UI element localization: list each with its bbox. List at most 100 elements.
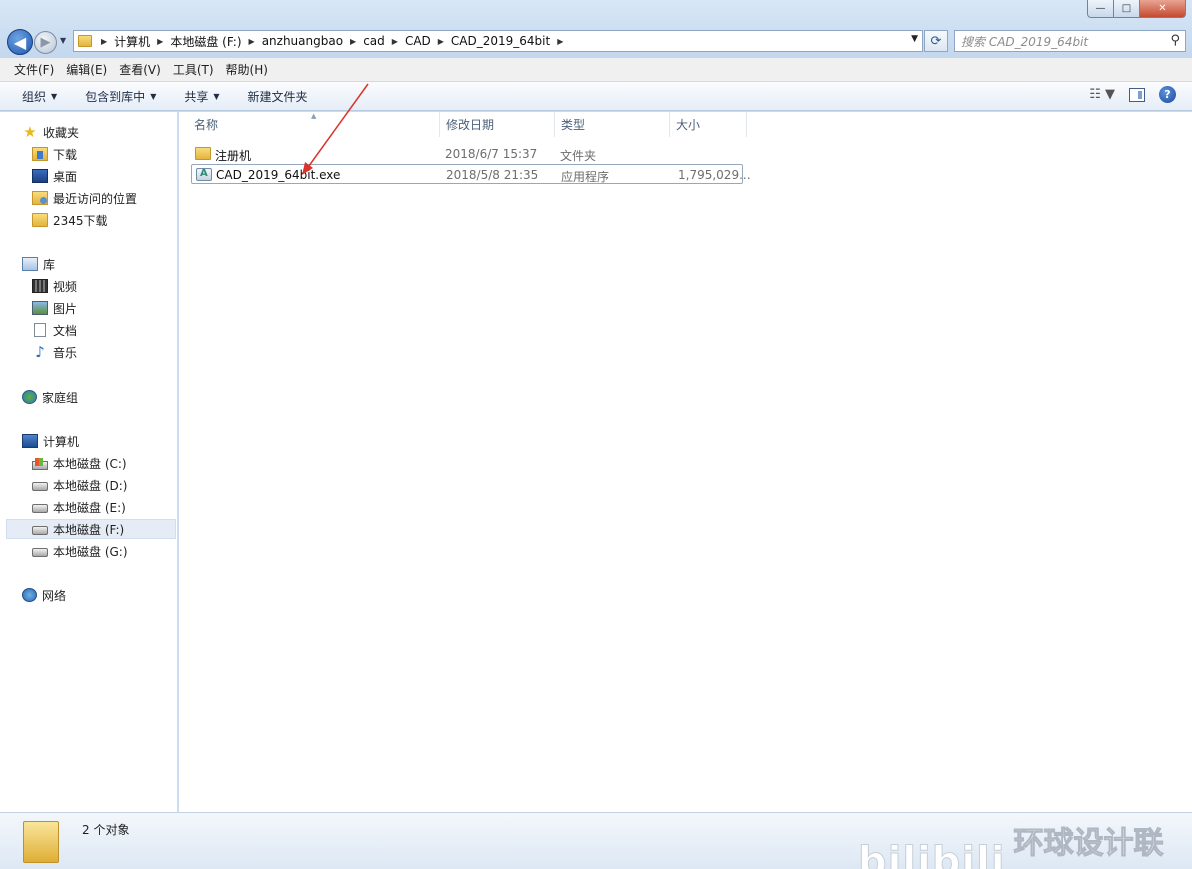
nav-libraries-label: 库 [43,257,56,272]
share-label: 共享 [184,89,209,104]
nav-item-downloads[interactable]: 下载 [32,144,77,164]
nav-item-videos[interactable]: 视频 [32,276,77,296]
hard-drive-icon [32,548,48,557]
menu-tools[interactable]: 工具(T) [167,61,220,78]
menu-file[interactable]: 文件(F) [8,61,60,78]
minimize-button[interactable]: — [1087,0,1114,18]
sort-ascending-icon: ▲ [311,112,317,120]
nav-item-2345-downloads[interactable]: 2345下载 [32,210,108,230]
nav-item-label: 本地磁盘 (E:) [53,500,126,515]
breadcrumb-cad-2019-64bit[interactable]: CAD_2019_64bit [451,34,550,48]
star-icon: ★ [23,123,37,141]
chevron-right-icon[interactable]: ▶ [350,37,356,46]
nav-item-label: 2345下载 [53,213,108,228]
breadcrumb-cad-upper[interactable]: CAD [405,34,431,48]
nav-computer-label: 计算机 [43,434,80,449]
recent-pages-dropdown-icon[interactable]: ▼ [60,36,70,46]
nav-favorites-label: 收藏夹 [43,125,80,140]
menu-view[interactable]: 查看(V) [113,61,167,78]
hard-drive-icon [32,482,48,491]
address-dropdown-icon[interactable]: ▼ [911,34,918,44]
nav-drive-f[interactable]: 本地磁盘 (F:) [6,519,176,539]
chevron-right-icon[interactable]: ▶ [157,37,163,46]
breadcrumb-cad[interactable]: cad [363,34,385,48]
chevron-down-icon: ▼ [213,91,220,101]
nav-item-label: 本地磁盘 (G:) [53,544,128,559]
new-folder-button[interactable]: 新建文件夹 [238,88,318,105]
close-button[interactable]: ✕ [1140,0,1186,18]
forward-arrow-icon[interactable]: ▶ [34,31,57,54]
chevron-down-icon: ▼ [51,91,58,101]
bilibili-logo: bilibili [858,839,1006,869]
breadcrumb-drive-f[interactable]: 本地磁盘 (F:) [170,33,241,50]
organize-button[interactable]: 组织 ▼ [12,88,67,105]
hard-drive-icon [32,526,48,535]
address-bar[interactable]: ▶ 计算机 ▶ 本地磁盘 (F:) ▶ anzhuangbao ▶ cad ▶ … [73,30,923,52]
column-date-label: 修改日期 [446,118,495,132]
file-type: 应用程序 [561,170,610,184]
search-input[interactable]: 搜索 CAD_2019_64bit ⚲ [954,30,1186,52]
nav-libraries[interactable]: 库 [22,254,55,274]
menu-bar: 文件(F) 编辑(E) 查看(V) 工具(T) 帮助(H) [0,58,1192,82]
share-button[interactable]: 共享 ▼ [174,88,229,105]
file-type: 文件夹 [560,149,597,163]
nav-drive-g[interactable]: 本地磁盘 (G:) [32,541,128,561]
downloads-folder-icon [32,147,48,161]
nav-homegroup[interactable]: 家庭组 [22,387,78,407]
column-header-type[interactable]: 类型 [555,112,670,137]
file-row-keygen-folder[interactable]: 注册机 2018/6/7 15:37 文件夹 [191,144,743,164]
column-type-label: 类型 [561,118,586,132]
chevron-right-icon[interactable]: ▶ [101,37,107,46]
nav-favorites[interactable]: ★ 收藏夹 [22,122,79,142]
desktop-icon [32,169,48,183]
nav-item-recent-places[interactable]: 最近访问的位置 [32,188,137,208]
nav-item-desktop[interactable]: 桌面 [32,166,77,186]
nav-drive-e[interactable]: 本地磁盘 (E:) [32,497,126,517]
pictures-icon [32,301,48,315]
computer-icon [22,434,38,448]
file-size: 1,795,029... [678,168,751,182]
nav-item-pictures[interactable]: 图片 [32,298,77,318]
include-library-label: 包含到库中 [85,89,146,104]
file-name: CAD_2019_64bit.exe [216,168,341,182]
nav-computer[interactable]: 计算机 [22,431,79,451]
window-controls: — □ ✕ [1087,0,1186,18]
nav-item-label: 本地磁盘 (D:) [53,478,128,493]
document-icon [34,323,46,337]
nav-homegroup-label: 家庭组 [42,390,79,405]
chevron-right-icon[interactable]: ▶ [249,37,255,46]
chevron-right-icon[interactable]: ▶ [392,37,398,46]
video-icon [32,279,48,293]
nav-item-documents[interactable]: 文档 [32,320,77,340]
title-bar: — □ ✕ ◀ ▶ ▼ ▶ 计算机 ▶ 本地磁盘 (F:) ▶ anzhuang… [0,0,1192,58]
help-icon[interactable]: ? [1159,86,1176,103]
include-in-library-button[interactable]: 包含到库中 ▼ [75,88,166,105]
refresh-icon[interactable]: ⟳ [924,30,948,52]
breadcrumb-anzhuangbao[interactable]: anzhuangbao [262,34,343,48]
search-icon[interactable]: ⚲ [1170,33,1180,48]
nav-item-label: 文档 [53,323,78,338]
menu-help[interactable]: 帮助(H) [220,61,274,78]
hard-drive-icon [32,504,48,513]
menu-edit[interactable]: 编辑(E) [60,61,113,78]
nav-item-label: 图片 [53,301,78,316]
file-row-cad-installer[interactable]: CAD_2019_64bit.exe 2018/5/8 21:35 应用程序 1… [191,164,751,184]
chevron-right-icon[interactable]: ▶ [438,37,444,46]
nav-item-label: 视频 [53,279,78,294]
music-note-icon: ♪ [35,343,45,361]
nav-drive-d[interactable]: 本地磁盘 (D:) [32,475,127,495]
nav-network[interactable]: 网络 [22,585,66,605]
change-view-icon[interactable]: ☷ ▼ [1089,87,1115,102]
chevron-right-icon[interactable]: ▶ [557,37,563,46]
view-controls: ☷ ▼ ? [1089,86,1176,103]
nav-item-music[interactable]: ♪ 音乐 [32,342,77,362]
item-count: 2 个对象 [82,823,130,837]
column-header-size[interactable]: 大小 [670,112,747,137]
back-arrow-icon[interactable]: ◀ [7,29,33,55]
preview-pane-icon[interactable] [1129,87,1145,102]
maximize-button[interactable]: □ [1114,0,1140,18]
breadcrumb-computer[interactable]: 计算机 [114,33,150,50]
column-header-date[interactable]: 修改日期 [440,112,555,137]
column-name-label: 名称 [194,118,219,132]
nav-drive-c[interactable]: 本地磁盘 (C:) [32,453,127,473]
